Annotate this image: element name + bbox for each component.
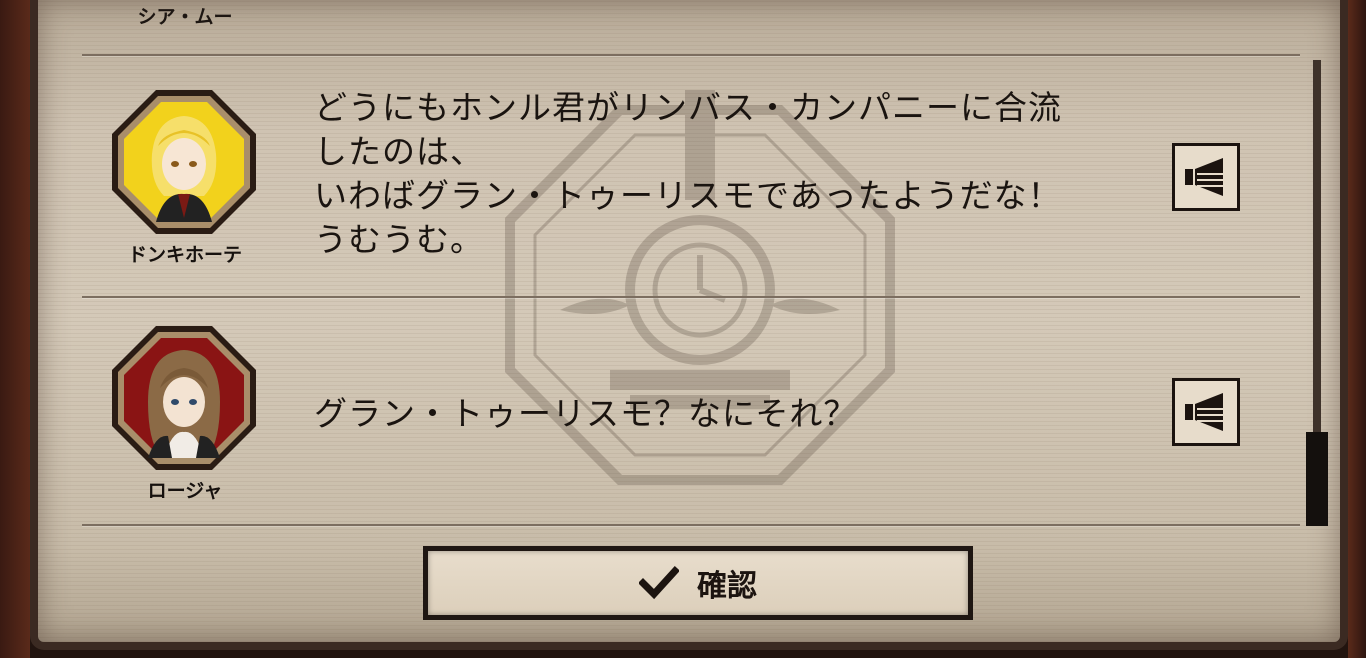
log-screen: シア・ムー ドンキホーテ どうにもホンル君がリンバス・カンパニーに合流 したのは… xyxy=(0,0,1366,658)
confirm-label: 確認 xyxy=(697,569,757,604)
entry-divider xyxy=(82,524,1300,526)
checkmark-icon xyxy=(639,566,679,600)
scrollbar-thumb[interactable] xyxy=(1306,432,1328,526)
speaker-name: ロージャ xyxy=(147,480,223,502)
speaker-icon xyxy=(1185,393,1223,431)
play-voice-button[interactable] xyxy=(1172,378,1240,446)
donquixote-portrait xyxy=(112,90,256,234)
dialogue-text: どうにもホンル君がリンバス・カンパニーに合流 したのは、 いわばグラン・トゥーリ… xyxy=(314,88,1062,259)
previous-speaker-name: シア・ムー xyxy=(137,6,233,28)
right-frame-edge xyxy=(1348,0,1366,658)
confirm-button-face: 確認 xyxy=(428,551,968,615)
dialogue-text: グラン・トゥーリスモ？なにそれ？ xyxy=(314,394,858,433)
speaker-icon xyxy=(1185,158,1223,196)
confirm-button[interactable]: 確認 xyxy=(423,546,973,620)
speaker-name: ドンキホーテ xyxy=(127,244,242,266)
entry-divider xyxy=(82,54,1300,56)
play-voice-button[interactable] xyxy=(1172,143,1240,211)
entry-divider xyxy=(82,296,1300,298)
left-frame-edge xyxy=(0,0,30,658)
rodya-portrait xyxy=(112,326,256,470)
